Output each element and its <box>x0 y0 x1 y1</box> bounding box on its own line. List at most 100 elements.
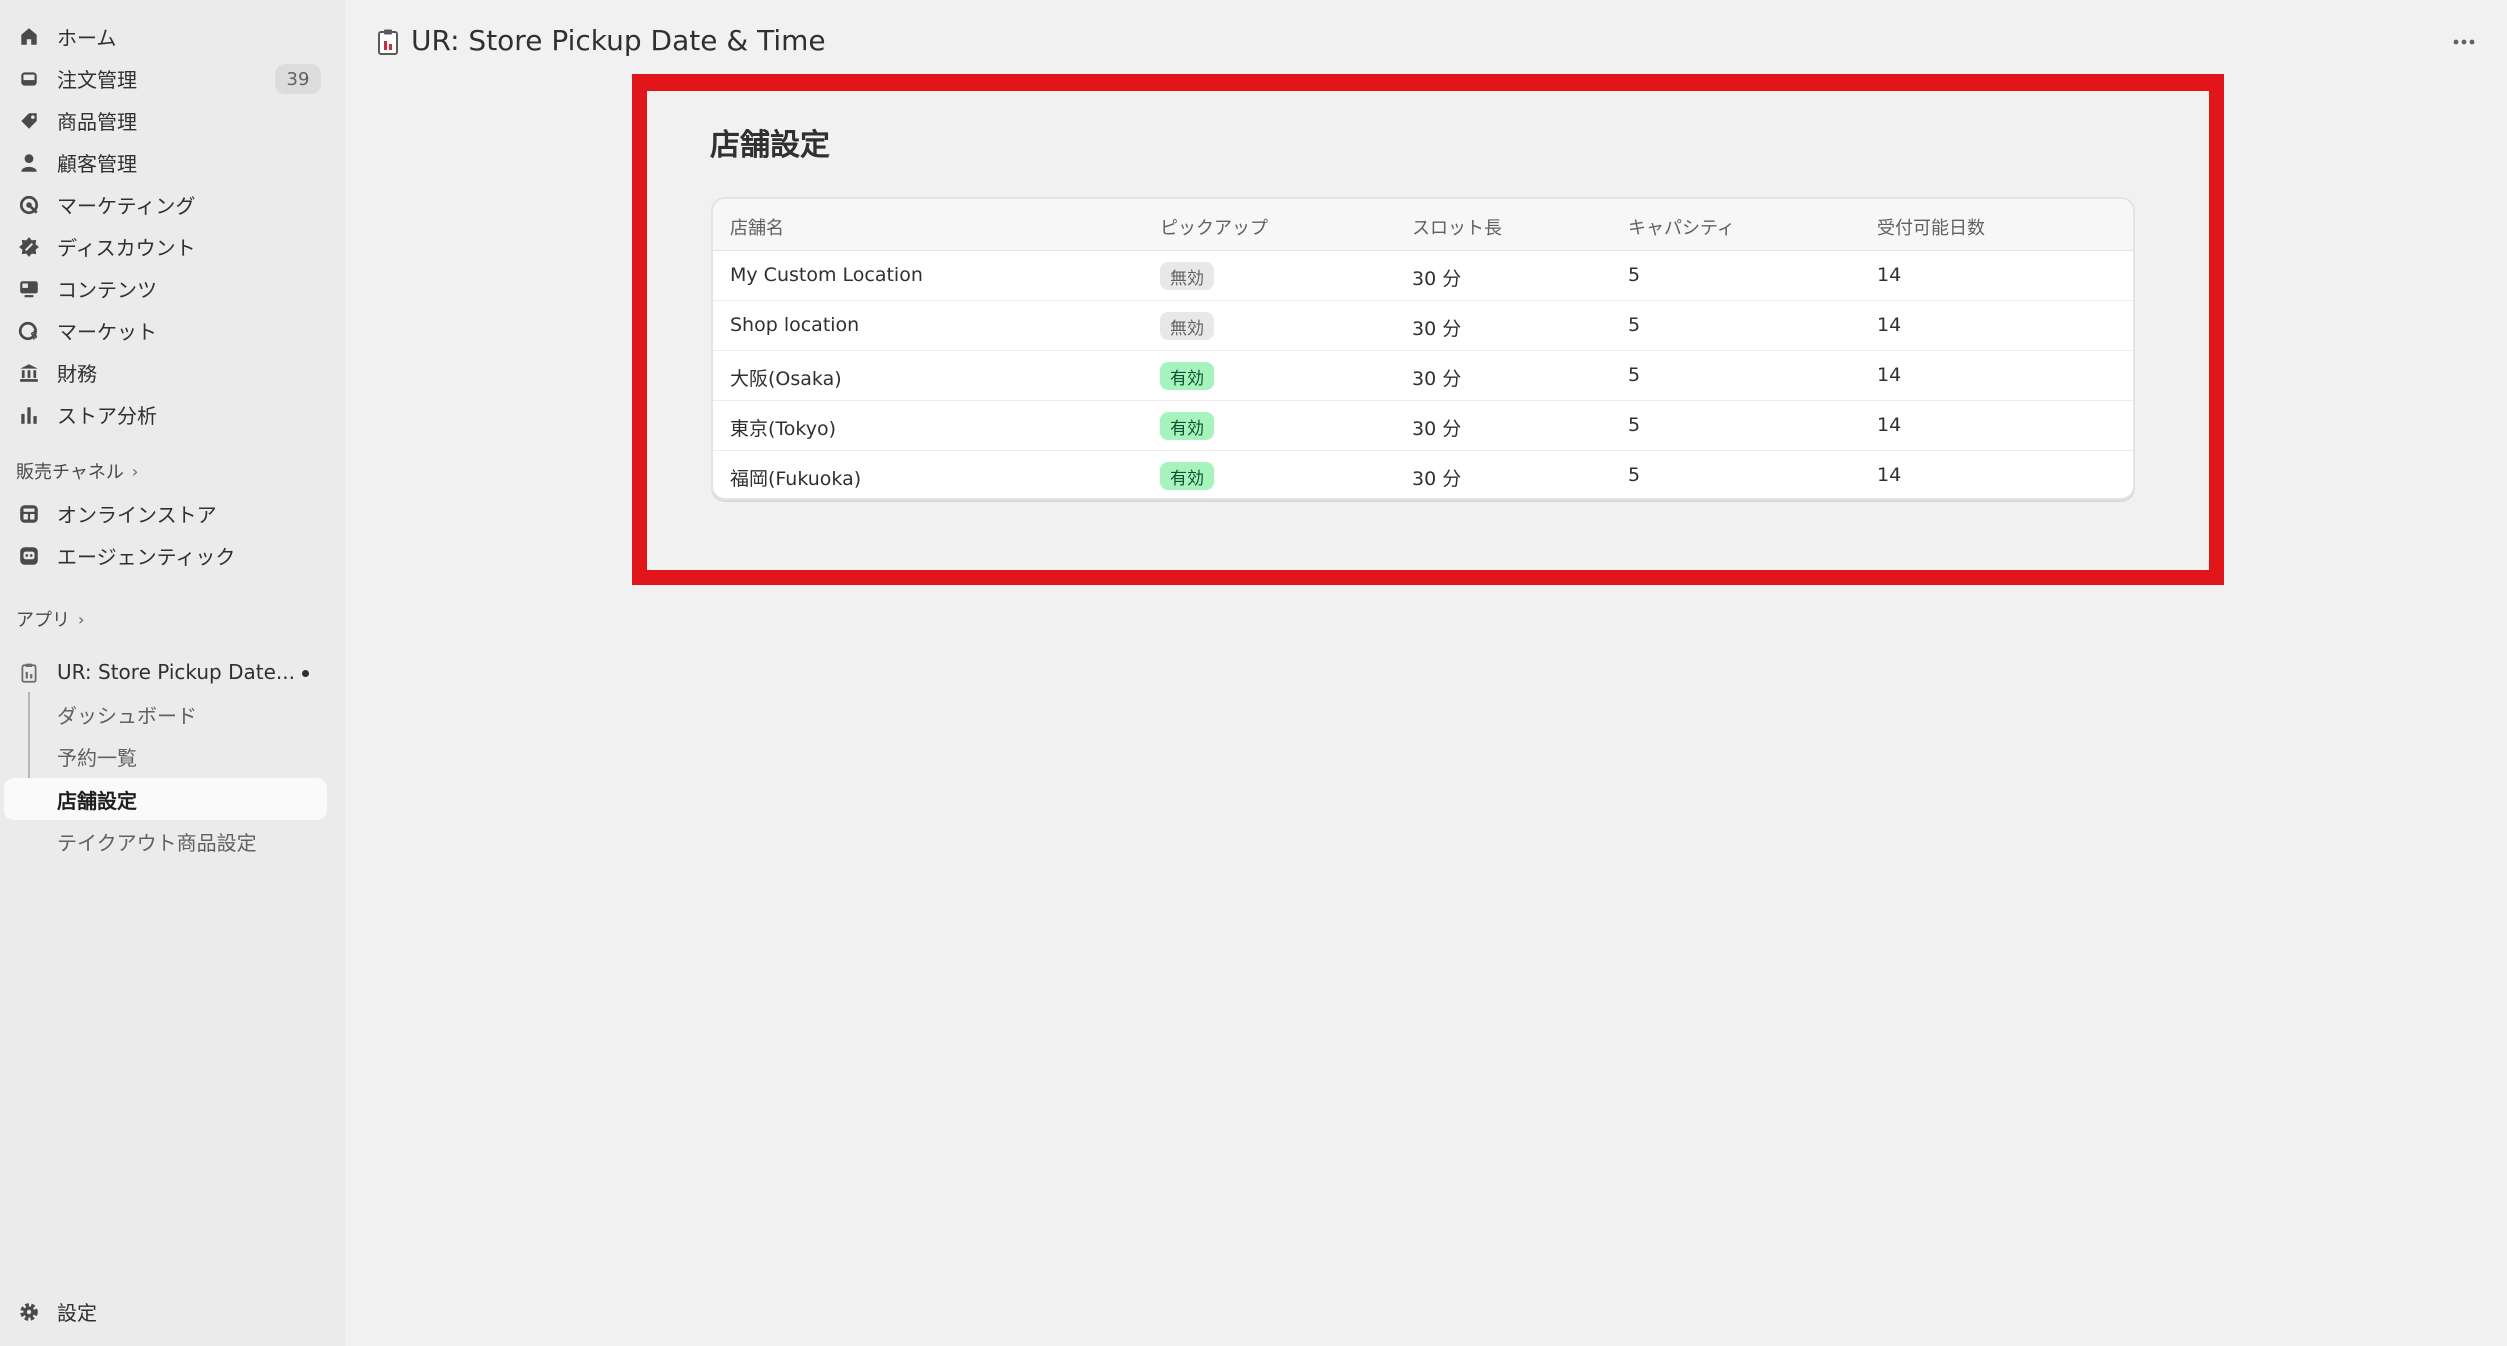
store-name: 大阪(Osaka) <box>730 368 842 390</box>
orders-count-badge: 39 <box>275 64 321 94</box>
column-header-slot-length: スロット長 <box>1412 218 1502 239</box>
sidebar-subitem-takeout-products[interactable]: テイクアウト商品設定 <box>4 820 327 862</box>
sidebar-item-markets[interactable]: $ マーケット <box>0 310 345 350</box>
store-settings-table: 店舗名 ピックアップ スロット長 キャパシティ 受付可能日数 My Custom… <box>711 197 2135 500</box>
sidebar-item-label: マーケティング <box>57 193 196 218</box>
apps-heading[interactable]: アプリ › <box>16 606 84 632</box>
more-actions-button[interactable] <box>2442 24 2486 60</box>
sidebar-item-label: ディスカウント <box>57 235 196 260</box>
store-icon <box>16 501 42 527</box>
pickup-status-badge: 無効 <box>1160 262 1214 290</box>
sidebar-item-content[interactable]: コンテンツ <box>0 268 345 308</box>
sidebar-subitem-label: 店舗設定 <box>57 788 137 813</box>
store-name: My Custom Location <box>730 264 923 286</box>
sidebar: ホーム 注文管理 39 商品管理 顧客管理 マーケティング ディスカウント コン… <box>0 0 345 1346</box>
agent-icon <box>16 543 42 569</box>
slot-length: 30 分 <box>1412 368 1462 390</box>
bank-icon <box>16 360 42 386</box>
slot-length: 30 分 <box>1412 268 1462 290</box>
sidebar-item-label: オンラインストア <box>57 502 217 527</box>
app-clipboard-icon <box>376 28 400 56</box>
booking-days: 14 <box>1877 464 1902 486</box>
sidebar-subitem-label: 予約一覧 <box>57 745 137 770</box>
sidebar-item-products[interactable]: 商品管理 <box>0 100 345 140</box>
sidebar-subitem-dashboard[interactable]: ダッシュボード <box>4 693 327 735</box>
sidebar-item-app-store-pickup[interactable]: UR: Store Pickup Date... <box>0 652 345 692</box>
sidebar-item-label: 設定 <box>57 1300 97 1325</box>
sidebar-subitem-reservations[interactable]: 予約一覧 <box>4 735 327 777</box>
slot-length: 30 分 <box>1412 418 1462 440</box>
unread-dot <box>302 670 309 677</box>
capacity: 5 <box>1628 364 1641 386</box>
pickup-status-badge: 有効 <box>1160 462 1214 490</box>
sidebar-item-orders[interactable]: 注文管理 39 <box>0 58 345 98</box>
sidebar-item-discounts[interactable]: ディスカウント <box>0 226 345 266</box>
sidebar-item-label: UR: Store Pickup Date... <box>57 660 295 684</box>
booking-days: 14 <box>1877 314 1902 336</box>
pickup-status-badge: 有効 <box>1160 362 1214 390</box>
svg-text:$: $ <box>30 329 38 342</box>
card-title: 店舗設定 <box>710 128 830 163</box>
discount-icon <box>16 234 42 260</box>
store-name: 東京(Tokyo) <box>730 418 837 440</box>
store-name: Shop location <box>730 314 860 336</box>
sidebar-subitem-label: ダッシュボード <box>57 703 197 728</box>
sidebar-item-home[interactable]: ホーム <box>0 16 345 56</box>
capacity: 5 <box>1628 464 1641 486</box>
slot-length: 30 分 <box>1412 468 1462 490</box>
chart-bar-icon <box>16 402 42 428</box>
table-row[interactable]: 大阪(Osaka) 有効 30 分 5 14 <box>713 351 2133 401</box>
sidebar-item-finance[interactable]: 財務 <box>0 352 345 392</box>
sidebar-item-label: エージェンティック <box>57 544 236 569</box>
sidebar-item-label: ストア分析 <box>57 403 157 428</box>
booking-days: 14 <box>1877 364 1902 386</box>
sidebar-item-label: 注文管理 <box>57 67 137 92</box>
sidebar-item-settings[interactable]: 設定 <box>0 1291 345 1331</box>
column-header-capacity: キャパシティ <box>1628 218 1735 239</box>
booking-days: 14 <box>1877 264 1902 286</box>
table-row[interactable]: My Custom Location 無効 30 分 5 14 <box>713 251 2133 301</box>
pickup-status-badge: 有効 <box>1160 412 1214 440</box>
clipboard-icon <box>16 660 42 686</box>
table-row[interactable]: Shop location 無効 30 分 5 14 <box>713 301 2133 351</box>
table-header: 店舗名 ピックアップ スロット長 キャパシティ 受付可能日数 <box>713 199 2133 251</box>
sidebar-item-customers[interactable]: 顧客管理 <box>0 142 345 182</box>
chevron-right-icon: › <box>131 461 139 481</box>
target-icon <box>16 192 42 218</box>
booking-days: 14 <box>1877 414 1902 436</box>
person-icon <box>16 150 42 176</box>
sidebar-item-agentic[interactable]: エージェンティック <box>0 535 345 575</box>
sidebar-item-label: 商品管理 <box>57 109 137 134</box>
sales-channels-heading-label: 販売チャネル <box>16 462 124 483</box>
table-row[interactable]: 福岡(Fukuoka) 有効 30 分 5 14 <box>713 451 2133 498</box>
table-row[interactable]: 東京(Tokyo) 有効 30 分 5 14 <box>713 401 2133 451</box>
slot-length: 30 分 <box>1412 318 1462 340</box>
store-name: 福岡(Fukuoka) <box>730 468 862 490</box>
tag-icon <box>16 108 42 134</box>
sidebar-item-label: 財務 <box>57 361 97 386</box>
chevron-right-icon: › <box>78 609 85 629</box>
sidebar-subitem-store-settings[interactable]: 店舗設定 <box>4 778 327 820</box>
sidebar-subitem-label: テイクアウト商品設定 <box>57 830 257 855</box>
content-icon <box>16 276 42 302</box>
page-title: UR: Store Pickup Date & Time <box>411 24 826 57</box>
sidebar-item-label: マーケット <box>57 319 157 344</box>
capacity: 5 <box>1628 414 1641 436</box>
more-horizontal-icon <box>2453 39 2475 45</box>
capacity: 5 <box>1628 264 1641 286</box>
gear-icon <box>16 1299 42 1325</box>
apps-heading-label: アプリ <box>16 610 70 631</box>
sidebar-item-analytics[interactable]: ストア分析 <box>0 394 345 434</box>
sales-channels-heading[interactable]: 販売チャネル › <box>16 458 138 484</box>
sidebar-item-label: ホーム <box>57 25 117 50</box>
home-icon <box>16 24 42 50</box>
column-header-store-name: 店舗名 <box>730 218 784 239</box>
sidebar-item-marketing[interactable]: マーケティング <box>0 184 345 224</box>
column-header-days: 受付可能日数 <box>1877 218 1985 239</box>
sidebar-item-label: コンテンツ <box>57 277 157 302</box>
column-header-pickup: ピックアップ <box>1160 218 1268 239</box>
globe-icon: $ <box>16 318 42 344</box>
pickup-status-badge: 無効 <box>1160 312 1214 340</box>
capacity: 5 <box>1628 314 1641 336</box>
sidebar-item-online-store[interactable]: オンラインストア <box>0 493 345 533</box>
